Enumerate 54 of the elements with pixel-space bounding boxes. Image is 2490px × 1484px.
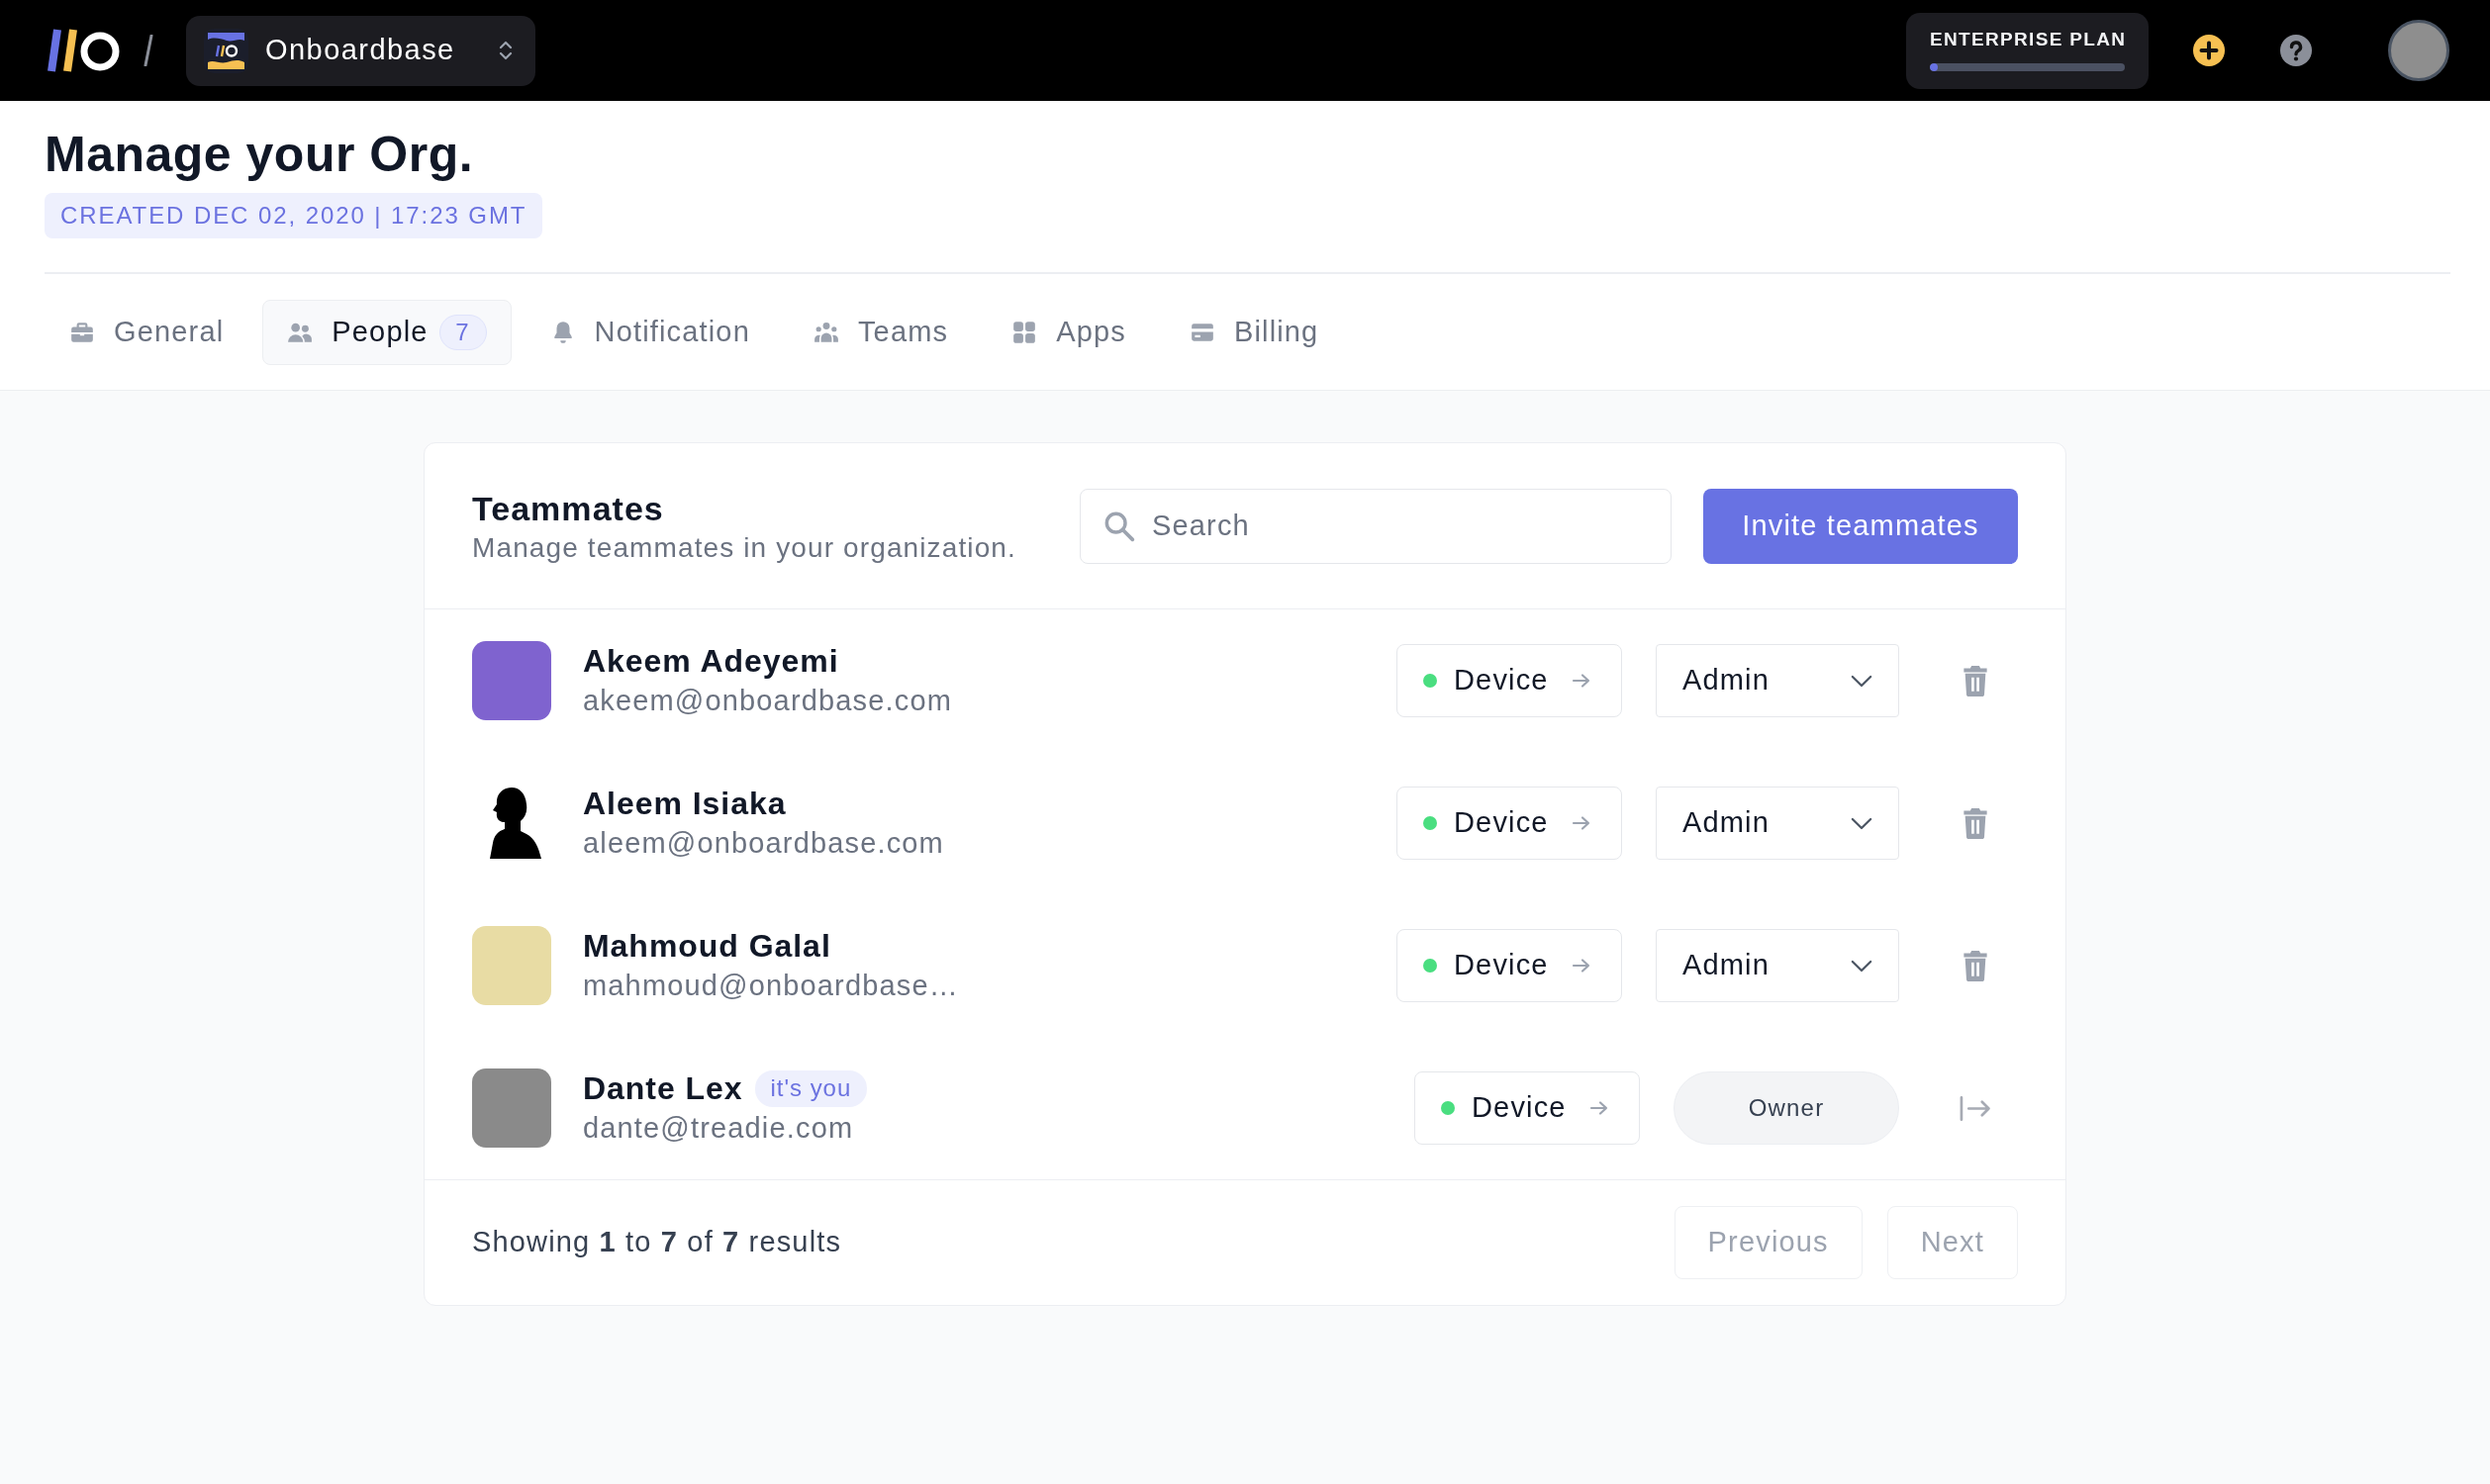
- invite-button[interactable]: Invite teammates: [1703, 488, 2018, 564]
- member-email: aleem@onboardbase.com: [583, 826, 944, 861]
- member-email: mahmoud@onboardbase…: [583, 969, 959, 1003]
- plan-label: ENTERPRISE PLAN: [1930, 27, 2125, 51]
- device-button[interactable]: Device: [1396, 929, 1622, 1002]
- group-icon: [813, 320, 839, 345]
- tab[interactable]: People 7: [262, 300, 512, 365]
- tab[interactable]: Notification: [525, 300, 775, 365]
- you-badge: it's you: [754, 1069, 868, 1107]
- org-switcher[interactable]: Onboardbase: [186, 15, 535, 86]
- role-pill: Owner: [1674, 1071, 1899, 1145]
- role-select[interactable]: Admin: [1656, 929, 1899, 1002]
- member-email: akeem@onboardbase.com: [583, 684, 952, 718]
- help-icon[interactable]: [2280, 35, 2312, 66]
- arrow-right-icon: [1572, 673, 1591, 689]
- status-dot-icon: [1423, 674, 1437, 688]
- arrow-right-icon: [1572, 815, 1591, 831]
- tab[interactable]: General: [45, 300, 249, 365]
- search-icon: [1103, 510, 1135, 542]
- chevron-down-icon: [1851, 816, 1872, 830]
- count-badge: 7: [438, 315, 487, 350]
- device-button[interactable]: Device: [1414, 1071, 1640, 1145]
- plan-panel[interactable]: ENTERPRISE PLAN: [1906, 12, 2149, 89]
- search-field[interactable]: Search: [1080, 488, 1672, 564]
- status-dot-icon: [1423, 816, 1437, 830]
- briefcase-icon: [69, 320, 95, 345]
- arrow-right-icon: [1589, 1100, 1609, 1116]
- chevron-down-icon: [1851, 674, 1872, 688]
- tab[interactable]: Apps: [987, 300, 1151, 365]
- chevron-down-icon: [1851, 959, 1872, 973]
- results-summary: Showing 1 to 7 of 7 results: [472, 1225, 842, 1260]
- grid-icon: [1011, 320, 1038, 345]
- plus-icon[interactable]: [2193, 35, 2225, 66]
- member-email: dante@treadie.com: [583, 1111, 855, 1146]
- member-name: Aleem Isiaka: [583, 785, 787, 823]
- device-button[interactable]: Device: [1396, 644, 1622, 717]
- role-select[interactable]: Admin: [1656, 787, 1899, 860]
- member-name: Mahmoud Galal: [583, 927, 831, 966]
- org-logo-icon: [204, 28, 248, 73]
- status-dot-icon: [1441, 1101, 1455, 1115]
- status-dot-icon: [1423, 959, 1437, 973]
- role-select[interactable]: Admin: [1656, 644, 1899, 717]
- created-date-badge: CREATED DEC 02, 2020 | 17:23 GMT: [45, 193, 543, 238]
- arrow-right-icon: [1572, 958, 1591, 974]
- page-title: Manage your Org.: [45, 126, 475, 184]
- tab[interactable]: Billing: [1164, 300, 1344, 365]
- member-name: Dante Lex: [583, 1069, 743, 1108]
- card-subtitle: Manage teammates in your organization.: [472, 530, 1017, 565]
- device-button[interactable]: Device: [1396, 787, 1622, 860]
- card-title: Teammates: [472, 488, 665, 529]
- chevron-up-down-icon: [498, 39, 514, 62]
- slash-icon: [144, 35, 153, 66]
- member-name: Akeem Adeyemi: [583, 642, 839, 681]
- tab[interactable]: Teams: [788, 300, 974, 365]
